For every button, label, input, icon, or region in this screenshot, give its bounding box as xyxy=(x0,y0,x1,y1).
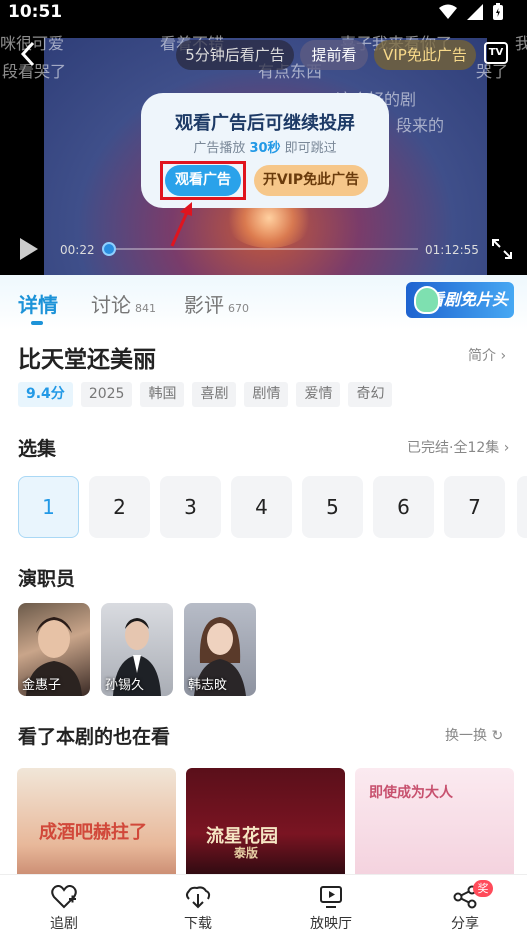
screening-room-icon xyxy=(320,886,342,908)
mascot-icon xyxy=(414,286,440,314)
system-icons xyxy=(439,3,503,20)
danmu-item: 我 xyxy=(515,34,527,53)
highlight-box xyxy=(160,161,246,200)
popup-title: 观看广告后可继续投屏 xyxy=(175,113,355,134)
recommend-card[interactable]: 成酒吧赫拄了 xyxy=(17,768,176,878)
video-player[interactable]: 咪很可爱 段看哭了 看着不错 喜子我来看你了 有点东西 这个好的剧 段来的 哭了… xyxy=(0,0,527,275)
actor-name: 孙锡久 xyxy=(105,678,145,693)
nav-screening-room[interactable]: 放映厅 xyxy=(296,885,366,933)
episode-list: 1 2 3 4 5 6 7 xyxy=(18,476,505,538)
popup-sub-suffix: 即可跳过 xyxy=(280,141,337,156)
chevron-right-icon: › xyxy=(500,348,507,364)
popup-sub-seconds: 30秒 xyxy=(249,141,281,156)
nav-label: 追剧 xyxy=(50,916,78,932)
episode-button-partial xyxy=(517,476,527,538)
recommend-card[interactable]: 流星花园 泰版 xyxy=(186,768,345,878)
tab-count: 670 xyxy=(228,302,249,315)
recommend-card[interactable]: 即使成为大人 xyxy=(355,768,514,878)
open-vip-button[interactable]: 开VIP免此广告 xyxy=(254,165,368,196)
tab-reviews[interactable]: 影评 670 xyxy=(184,289,249,318)
actor-card[interactable]: 韩志旼 xyxy=(184,603,256,696)
heart-plus-icon xyxy=(51,885,77,909)
score-tag: 9.4分 xyxy=(18,382,73,407)
recommend-card-title: 即使成为大人 xyxy=(369,785,453,801)
share-reward-badge: 奖 xyxy=(473,880,493,897)
cast-list: 金惠子 孙锡久 韩志旼 xyxy=(18,603,256,696)
download-icon xyxy=(186,886,211,909)
show-title: 比天堂还美丽 xyxy=(18,347,156,373)
back-arrow-icon[interactable] xyxy=(16,40,40,68)
player-controls: 00:22 01:12:55 xyxy=(0,232,527,266)
popup-subtitle: 广告播放 30秒 即可跳过 xyxy=(141,137,389,156)
episodes-status: 已完结·全12集 xyxy=(407,440,500,456)
status-bar: 10:51 xyxy=(0,0,527,26)
vip-skip-ad-button[interactable]: VIP免此广告 xyxy=(374,40,476,70)
nav-follow[interactable]: 追剧 xyxy=(29,885,99,933)
episode-button[interactable]: 7 xyxy=(444,476,505,538)
intro-label: 简介 xyxy=(468,348,496,364)
ad-countdown-label: 5分钟后看广告 xyxy=(176,40,294,70)
tag[interactable]: 喜剧 xyxy=(192,382,237,407)
bottom-nav: 追剧 下载 放映厅 分享 xyxy=(0,874,527,945)
chevron-right-icon: › xyxy=(503,440,510,456)
app-root: 咪很可爱 段看哭了 看着不错 喜子我来看你了 有点东西 这个好的剧 段来的 哭了… xyxy=(0,0,527,945)
tag[interactable]: 剧情 xyxy=(244,382,289,407)
battery-icon xyxy=(493,3,503,20)
tab-label: 讨论 xyxy=(91,293,131,317)
recommend-title: 看了本剧的也在看 xyxy=(18,726,171,748)
nav-label: 下载 xyxy=(184,916,212,932)
refresh-icon: ↻ xyxy=(491,728,504,744)
skip-intro-banner[interactable]: 看剧免片头 xyxy=(406,282,514,318)
actor-card[interactable]: 孙锡久 xyxy=(101,603,173,696)
watch-early-button[interactable]: 提前看 xyxy=(300,40,368,70)
tab-indicator xyxy=(31,321,43,325)
wifi-icon xyxy=(439,4,457,19)
episodes-title: 选集 xyxy=(18,438,57,460)
refresh-button[interactable]: 换一换 ↻ xyxy=(445,725,503,745)
tag-list: 9.4分 2025 韩国 喜剧 剧情 爱情 奇幻 xyxy=(18,382,393,407)
nav-label: 放映厅 xyxy=(310,916,352,932)
tag[interactable]: 奇幻 xyxy=(348,382,393,407)
tab-count: 841 xyxy=(135,302,156,315)
recommend-card-title: 成酒吧赫拄了 xyxy=(39,822,147,843)
episodes-status-link[interactable]: 已完结·全12集 › xyxy=(407,437,509,457)
danmu-item: 段来的 xyxy=(396,116,445,135)
episode-button[interactable]: 4 xyxy=(231,476,292,538)
recommend-list: 成酒吧赫拄了 流星花园 泰版 即使成为大人 xyxy=(17,768,514,878)
tab-label: 详情 xyxy=(18,293,58,317)
episode-button[interactable]: 6 xyxy=(373,476,434,538)
actor-card[interactable]: 金惠子 xyxy=(18,603,90,696)
actor-name: 金惠子 xyxy=(22,678,62,693)
episode-button[interactable]: 1 xyxy=(18,476,79,538)
refresh-label: 换一换 xyxy=(445,728,487,744)
episode-button[interactable]: 5 xyxy=(302,476,363,538)
tab-label: 影评 xyxy=(184,293,224,317)
popup-sub-prefix: 广告播放 xyxy=(193,141,250,156)
episode-button[interactable]: 2 xyxy=(89,476,150,538)
fullscreen-icon[interactable] xyxy=(490,237,514,261)
tag[interactable]: 2025 xyxy=(80,382,133,407)
tag[interactable]: 爱情 xyxy=(296,382,341,407)
play-icon[interactable] xyxy=(18,236,40,262)
status-time: 10:51 xyxy=(8,2,63,22)
total-time: 01:12:55 xyxy=(425,243,479,257)
current-time: 00:22 xyxy=(60,243,95,257)
nav-label: 分享 xyxy=(451,916,479,932)
cast-title: 演职员 xyxy=(18,568,76,590)
tab-discussion[interactable]: 讨论 841 xyxy=(91,289,156,318)
tag[interactable]: 韩国 xyxy=(140,382,185,407)
progress-bar[interactable] xyxy=(108,248,418,250)
nav-download[interactable]: 下载 xyxy=(163,885,233,933)
progress-handle[interactable] xyxy=(102,242,116,256)
episode-button[interactable]: 3 xyxy=(160,476,221,538)
intro-link[interactable]: 简介 › xyxy=(468,345,506,365)
recommend-card-subtitle: 泰版 xyxy=(234,846,259,860)
actor-name: 韩志旼 xyxy=(188,678,228,693)
tab-details[interactable]: 详情 xyxy=(18,289,58,318)
cast-tv-icon[interactable]: TV xyxy=(484,42,508,64)
signal-icon xyxy=(467,3,483,20)
